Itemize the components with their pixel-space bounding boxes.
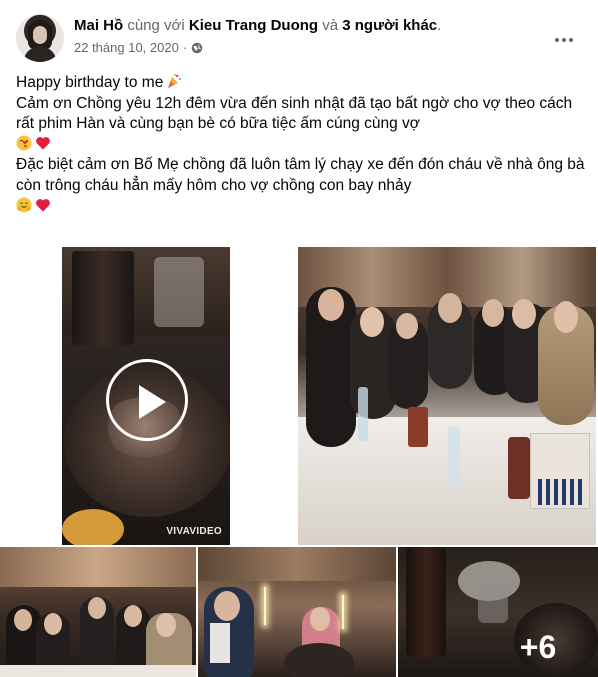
post-line-1: Happy birthday to me — [16, 73, 586, 94]
video-tile[interactable]: VIVAVIDEO — [62, 247, 230, 545]
more-photos-tile[interactable]: +6 — [398, 547, 598, 677]
media-grid: VIVAVIDEO +6 — [0, 243, 598, 677]
kiss-face-icon — [16, 135, 32, 151]
play-icon — [139, 385, 166, 419]
post-date-link[interactable]: 22 tháng 10, 2020 — [74, 40, 179, 55]
period-text: . — [437, 17, 442, 34]
others-link[interactable]: 3 người khác — [342, 17, 437, 34]
play-button[interactable] — [106, 359, 188, 441]
video-watermark: VIVAVIDEO — [166, 526, 222, 537]
post-line-2: Cảm ơn Chồng yêu 12h đêm vừa đến sinh nh… — [16, 94, 573, 133]
author-name-link[interactable]: Mai Hồ — [74, 17, 123, 34]
more-photos-count: +6 — [519, 629, 557, 665]
sparkler-cake-photo-tile[interactable] — [198, 547, 396, 677]
and-text: và — [322, 17, 339, 34]
more-dots-icon — [555, 38, 559, 42]
post-body: Happy birthday to me Cảm ơn Chồng yêu 12… — [16, 73, 586, 217]
facebook-post: Mai Hồ cùng với Kieu Trang Duong và 3 ng… — [0, 0, 598, 677]
more-photos-overlay[interactable]: +6 — [398, 547, 598, 677]
meta-separator: · — [182, 40, 188, 55]
red-heart-icon — [36, 198, 50, 212]
tagged-friend-link[interactable]: Kieu Trang Duong — [189, 17, 318, 34]
hugging-face-icon — [16, 197, 32, 213]
post-meta: 22 tháng 10, 2020 · — [74, 40, 203, 55]
group-photo-tile[interactable] — [298, 247, 596, 545]
red-heart-icon — [36, 136, 50, 150]
globe-icon[interactable] — [191, 42, 203, 54]
group-photo-2-tile[interactable] — [0, 547, 196, 677]
post-emoji-row-1 — [16, 135, 586, 156]
more-options-button[interactable] — [546, 22, 582, 58]
post-line-3: Đặc biệt cảm ơn Bố Mẹ chồng đã luôn tâm … — [16, 156, 585, 194]
author-line: Mai Hồ cùng với Kieu Trang Duong và 3 ng… — [74, 17, 441, 34]
party-popper-icon — [168, 73, 182, 88]
post-header: Mai Hồ cùng với Kieu Trang Duong và 3 ng… — [16, 12, 582, 64]
post-emoji-row-2 — [16, 197, 586, 218]
with-text: cùng với — [127, 17, 185, 34]
author-avatar[interactable] — [16, 14, 64, 62]
